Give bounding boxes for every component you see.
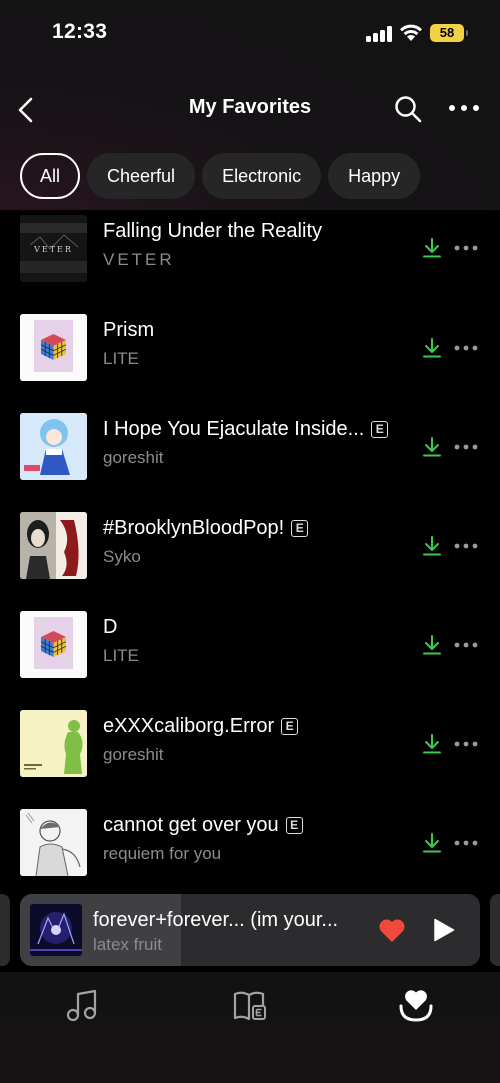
album-cover	[20, 314, 87, 381]
navigation-bar: My Favorites	[0, 84, 500, 136]
track-title: eXXXcaliborg.Error E	[103, 715, 299, 738]
track-title-text: eXXXcaliborg.Error	[103, 715, 275, 737]
explicit-badge: E	[281, 718, 299, 735]
track-row[interactable]: VETER Falling Under the Reality VETER	[0, 210, 500, 304]
track-artist: LITE	[103, 646, 139, 665]
album-cover	[20, 809, 87, 876]
heart-icon[interactable]	[378, 917, 406, 943]
track-row[interactable]: #BrooklynBloodPop! E Syko	[0, 502, 500, 601]
explicit-badge: E	[371, 421, 389, 438]
filter-chip-all[interactable]: All	[20, 153, 81, 199]
now-playing-cover	[30, 904, 82, 956]
album-cover	[20, 611, 87, 678]
play-icon[interactable]	[433, 918, 455, 942]
music-notes-icon[interactable]	[64, 988, 100, 1024]
track-list: VETER Falling Under the Reality VETER Pr…	[0, 210, 500, 880]
status-bar: 12:33 58	[0, 0, 500, 64]
wifi-icon	[400, 24, 422, 41]
page-title: My Favorites	[188, 96, 312, 118]
cover-text: VETER	[33, 245, 73, 254]
album-cover	[20, 710, 87, 777]
filter-chip-happy[interactable]: Happy	[328, 153, 421, 199]
battery-indicator: 58	[430, 24, 468, 42]
filter-chips: All Cheerful Electronic Happy	[20, 153, 421, 199]
track-artist: requiem for you	[103, 844, 222, 863]
downloaded-icon[interactable]	[422, 338, 442, 358]
library-book-icon[interactable]	[232, 988, 268, 1024]
downloaded-icon[interactable]	[422, 437, 442, 457]
track-artist: LITE	[103, 349, 139, 368]
filter-chip-electronic[interactable]: Electronic	[202, 153, 322, 199]
track-more-icon[interactable]	[454, 641, 478, 649]
explicit-badge: E	[285, 817, 303, 834]
track-title-text: #BrooklynBloodPop!	[103, 517, 285, 539]
track-row[interactable]: cannot get over you E requiem for you	[0, 799, 500, 880]
cellular-signal-icon	[366, 26, 392, 42]
favorites-heart-icon[interactable]	[398, 988, 434, 1024]
album-cover	[20, 413, 87, 480]
track-row[interactable]: D LITE	[0, 601, 500, 700]
track-artist: goreshit	[103, 745, 164, 764]
downloaded-icon[interactable]	[422, 238, 442, 258]
track-artist: Syko	[103, 547, 141, 566]
track-more-icon[interactable]	[454, 244, 478, 252]
now-playing-artist: latex fruit	[93, 935, 162, 954]
track-more-icon[interactable]	[454, 542, 478, 550]
track-row[interactable]: Prism LITE	[0, 304, 500, 403]
downloaded-icon[interactable]	[422, 833, 442, 853]
more-horizontal-icon[interactable]	[448, 100, 480, 116]
search-icon[interactable]	[393, 94, 423, 124]
tab-bar	[0, 972, 500, 1083]
track-title: I Hope You Ejaculate Inside... E	[103, 418, 389, 441]
album-cover	[20, 512, 87, 579]
track-title: Falling Under the Reality	[103, 220, 322, 242]
track-artist: goreshit	[103, 448, 164, 467]
track-more-icon[interactable]	[454, 839, 478, 847]
mini-player-peek-next[interactable]	[490, 894, 500, 966]
track-more-icon[interactable]	[454, 740, 478, 748]
downloaded-icon[interactable]	[422, 536, 442, 556]
track-more-icon[interactable]	[454, 344, 478, 352]
track-more-icon[interactable]	[454, 443, 478, 451]
album-cover: VETER	[20, 215, 87, 282]
explicit-badge: E	[291, 520, 309, 537]
track-title: Prism	[103, 319, 155, 341]
now-playing-title: forever+forever... (im your...	[93, 909, 339, 931]
track-title: #BrooklynBloodPop! E	[103, 517, 309, 540]
track-title: D	[103, 616, 118, 638]
track-row[interactable]: eXXXcaliborg.Error E goreshit	[0, 700, 500, 799]
track-row[interactable]: I Hope You Ejaculate Inside... E goreshit	[0, 403, 500, 502]
track-title-text: I Hope You Ejaculate Inside...	[103, 418, 365, 440]
track-title: cannot get over you E	[103, 814, 303, 837]
mini-player-peek-previous[interactable]	[0, 894, 10, 966]
status-time: 12:33	[52, 20, 108, 43]
track-artist: VETER	[103, 250, 175, 269]
filter-chip-cheerful[interactable]: Cheerful	[87, 153, 196, 199]
mini-player[interactable]: forever+forever... (im your... latex fru…	[20, 894, 480, 966]
track-title-text: cannot get over you	[103, 814, 279, 836]
downloaded-icon[interactable]	[422, 734, 442, 754]
downloaded-icon[interactable]	[422, 635, 442, 655]
